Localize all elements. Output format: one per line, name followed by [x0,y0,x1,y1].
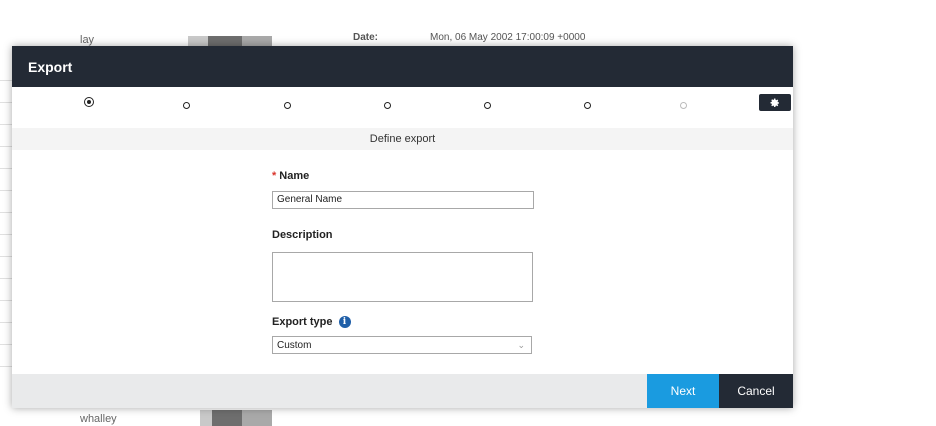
gear-icon [770,98,779,107]
name-input[interactable]: General Name [272,191,534,209]
description-textarea[interactable] [272,252,533,302]
export-type-label-text: Export type [272,316,333,328]
name-label-text: Name [279,170,310,182]
chevron-down-icon: ⌄ [517,339,525,350]
name-label: * Name [272,170,532,182]
export-form: * Name General Name Description Export t… [272,170,534,354]
background-date-label: Date: [353,32,379,43]
background-user-bottom: whalley [80,413,117,425]
background-row-lines [0,80,12,388]
next-button[interactable]: Next [647,374,719,408]
step-3-radio[interactable] [284,102,291,109]
info-icon[interactable]: i [338,316,351,328]
background-user-top: lay [80,34,95,46]
dialog-title: Export [28,58,73,75]
dialog-header: Export [12,46,793,87]
settings-button[interactable] [759,94,791,111]
step-7-radio[interactable] [680,102,687,109]
cancel-button-label: Cancel [737,384,775,398]
next-button-label: Next [670,384,696,398]
step-1-radio[interactable] [84,97,94,107]
background-bar [200,410,212,426]
cancel-button[interactable]: Cancel [719,374,793,408]
section-title: Define export [369,133,436,145]
step-4-radio[interactable] [384,102,391,109]
background-date-value: Mon, 06 May 2002 17:00:09 +0000 [430,32,586,43]
export-type-select[interactable]: Custom ⌄ [272,336,532,354]
step-6-radio[interactable] [584,102,591,109]
required-marker: * [272,170,277,182]
background-bar [242,410,272,426]
step-2-radio[interactable] [183,102,190,109]
step-5-radio[interactable] [484,102,491,109]
description-label: Description [272,229,532,241]
description-label-text: Description [272,229,333,241]
section-header: Define export [12,128,793,150]
export-type-label: Export type i [272,316,532,328]
export-dialog: Export Define export * Name General Name… [12,46,793,408]
background-margin [810,0,936,426]
step-indicator [12,87,793,128]
export-type-selected: Custom [277,339,312,351]
background-bar [212,410,242,426]
